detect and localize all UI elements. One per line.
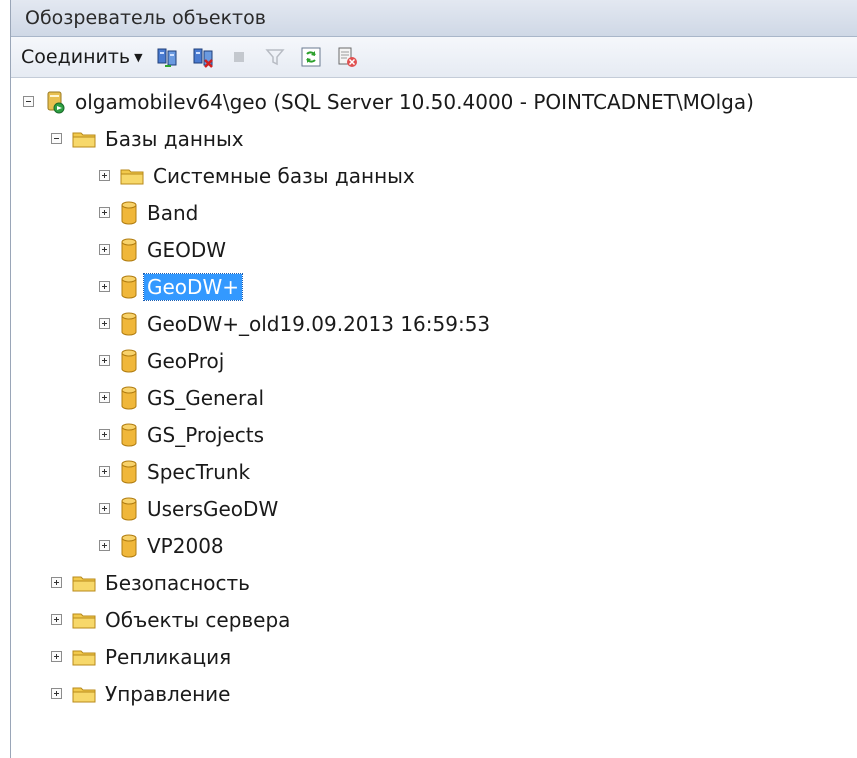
collapse-toggle[interactable] xyxy=(51,133,62,144)
database-label: GS_Projects xyxy=(147,422,265,447)
folder-icon xyxy=(120,167,144,185)
database-label: GEODW xyxy=(147,237,227,262)
database-icon xyxy=(120,200,138,226)
database-label: Band xyxy=(147,200,199,225)
panel-title: Обозреватель объектов xyxy=(11,0,857,37)
expand-toggle[interactable] xyxy=(99,281,110,292)
database-icon xyxy=(120,348,138,374)
tree-node-database[interactable]: VP2008 xyxy=(11,527,857,564)
folder-icon xyxy=(72,648,96,666)
expand-toggle[interactable] xyxy=(99,207,110,218)
database-icon xyxy=(120,459,138,485)
folder-label: Репликация xyxy=(105,644,232,669)
refresh-icon[interactable] xyxy=(298,44,324,70)
folder-label: Безопасность xyxy=(105,570,250,595)
expand-toggle[interactable] xyxy=(99,540,110,551)
database-icon xyxy=(120,533,138,559)
tree-node-database[interactable]: GeoDW+_old19.09.2013 16:59:53 xyxy=(11,305,857,342)
tree-node-server-objects[interactable]: Объекты сервера xyxy=(11,601,857,638)
database-icon xyxy=(120,385,138,411)
tree-node-system-databases[interactable]: Системные базы данных xyxy=(11,157,857,194)
database-label: SpecTrunk xyxy=(147,459,251,484)
databases-folder-label: Базы данных xyxy=(105,126,244,151)
collapse-toggle[interactable] xyxy=(23,96,34,107)
disconnect-server-icon[interactable] xyxy=(190,44,216,70)
expand-toggle[interactable] xyxy=(99,466,110,477)
expand-toggle[interactable] xyxy=(99,318,110,329)
expand-toggle[interactable] xyxy=(99,170,110,181)
server-label: olgamobilev64\geo (SQL Server 10.50.4000… xyxy=(75,89,754,114)
script-icon[interactable] xyxy=(334,44,360,70)
expand-toggle[interactable] xyxy=(51,614,62,625)
toolbar: Соединить ▼ xyxy=(11,37,857,78)
database-icon xyxy=(120,422,138,448)
expand-toggle[interactable] xyxy=(99,355,110,366)
database-label: UsersGeoDW xyxy=(147,496,279,521)
database-label: GeoDW+_old19.09.2013 16:59:53 xyxy=(147,311,491,336)
tree-node-management[interactable]: Управление xyxy=(11,675,857,712)
database-label: VP2008 xyxy=(147,533,224,558)
connect-button[interactable]: Соединить ▼ xyxy=(21,46,143,68)
tree-node-database[interactable]: UsersGeoDW xyxy=(11,490,857,527)
tree-node-security[interactable]: Безопасность xyxy=(11,564,857,601)
expand-toggle[interactable] xyxy=(51,688,62,699)
folder-icon xyxy=(72,611,96,629)
database-icon xyxy=(120,496,138,522)
folder-label: Управление xyxy=(105,681,231,706)
object-tree: olgamobilev64\geo (SQL Server 10.50.4000… xyxy=(11,78,857,712)
filter-icon[interactable] xyxy=(262,44,288,70)
expand-toggle[interactable] xyxy=(51,651,62,662)
tree-node-database[interactable]: GeoProj xyxy=(11,342,857,379)
tree-node-server[interactable]: olgamobilev64\geo (SQL Server 10.50.4000… xyxy=(11,83,857,120)
tree-node-database[interactable]: GS_General xyxy=(11,379,857,416)
database-label-selected: GeoDW+ xyxy=(143,272,243,301)
system-databases-label: Системные базы данных xyxy=(153,163,415,188)
stop-icon[interactable] xyxy=(226,44,252,70)
expand-toggle[interactable] xyxy=(99,503,110,514)
database-label: GS_General xyxy=(147,385,265,410)
tree-node-database-selected[interactable]: GeoDW+ xyxy=(11,268,857,305)
database-label: GeoProj xyxy=(147,348,225,373)
tree-node-database[interactable]: Band xyxy=(11,194,857,231)
connect-server-icon[interactable] xyxy=(154,44,180,70)
tree-node-database[interactable]: GEODW xyxy=(11,231,857,268)
database-icon xyxy=(120,274,138,300)
expand-toggle[interactable] xyxy=(99,429,110,440)
folder-icon xyxy=(72,685,96,703)
folder-icon xyxy=(72,574,96,592)
tree-node-databases[interactable]: Базы данных xyxy=(11,120,857,157)
dropdown-arrow-icon[interactable]: ▼ xyxy=(134,51,142,64)
object-explorer-panel: Обозреватель объектов Соединить ▼ olgamo… xyxy=(10,0,857,758)
database-icon xyxy=(120,311,138,337)
folder-icon xyxy=(72,130,96,148)
expand-toggle[interactable] xyxy=(51,577,62,588)
folder-label: Объекты сервера xyxy=(105,607,291,632)
tree-node-replication[interactable]: Репликация xyxy=(11,638,857,675)
tree-node-database[interactable]: GS_Projects xyxy=(11,416,857,453)
database-icon xyxy=(120,237,138,263)
tree-node-database[interactable]: SpecTrunk xyxy=(11,453,857,490)
expand-toggle[interactable] xyxy=(99,244,110,255)
connect-label: Соединить xyxy=(21,46,131,68)
expand-toggle[interactable] xyxy=(99,392,110,403)
server-icon xyxy=(44,90,66,114)
